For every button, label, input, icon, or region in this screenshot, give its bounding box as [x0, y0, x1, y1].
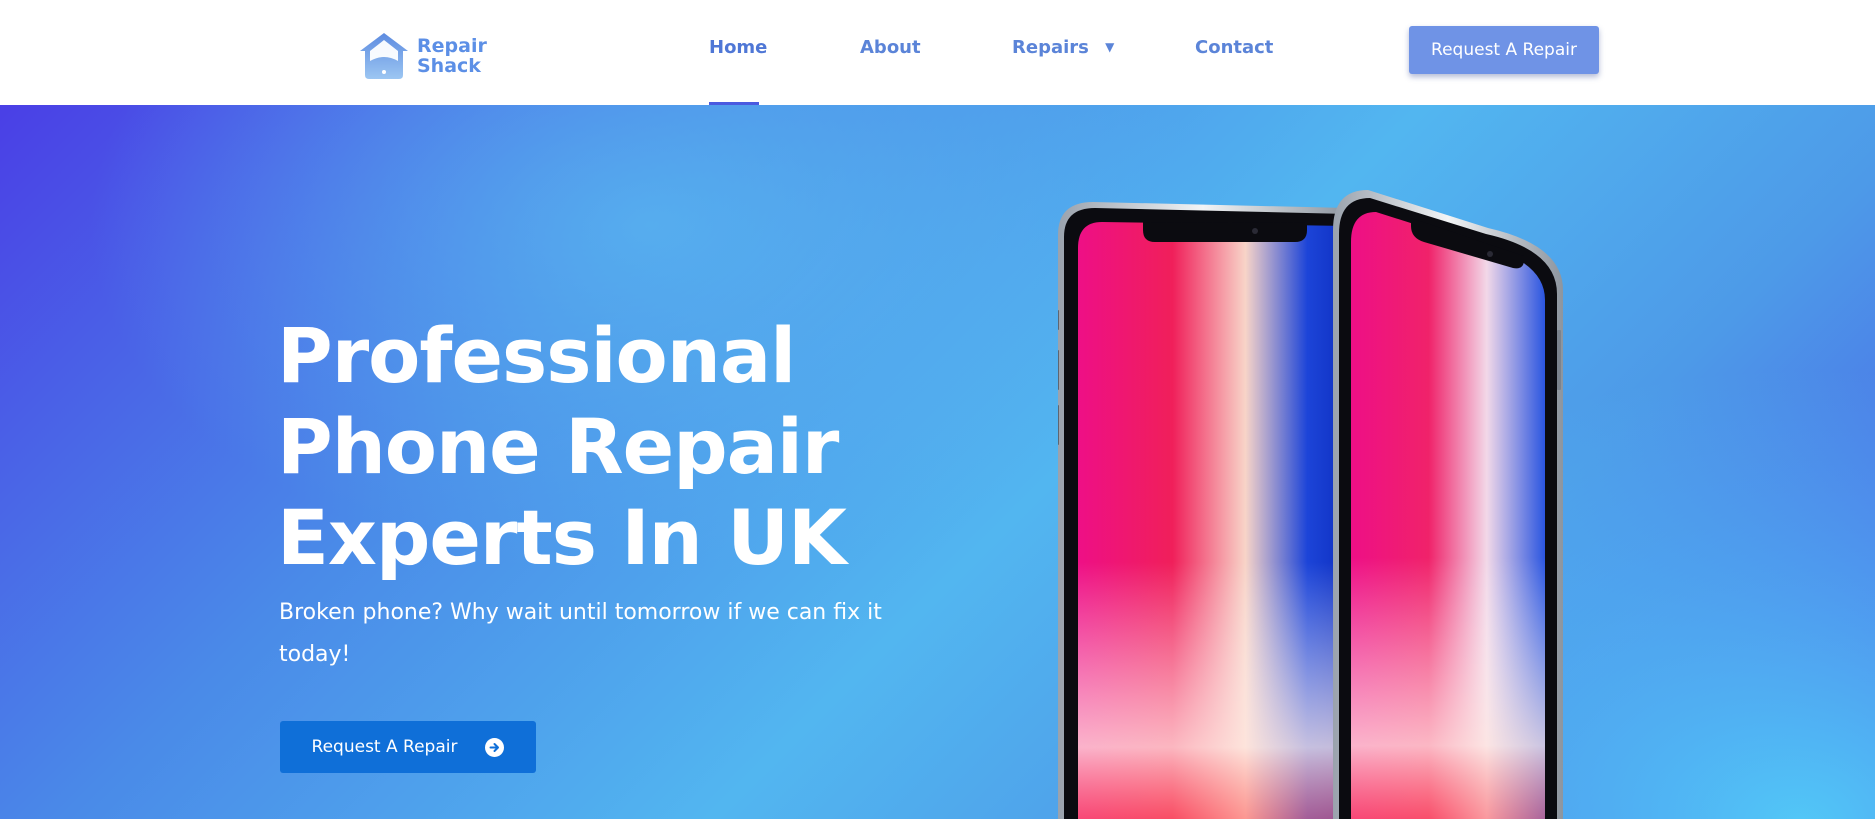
brand-name-line2: Shack — [417, 55, 481, 77]
hero-title-line1: Professional — [277, 311, 796, 400]
arrow-right-circle-icon — [485, 737, 505, 757]
caret-down-icon: ▼ — [1105, 40, 1115, 54]
right-phone — [1333, 190, 1563, 819]
hero-request-repair-button[interactable]: Request A Repair — [280, 721, 536, 773]
left-phone — [1058, 202, 1348, 819]
nav-item-about[interactable]: About — [860, 37, 921, 58]
hero-subtitle: Broken phone? Why wait until tomorrow if… — [279, 600, 882, 667]
hero-title: Professional Phone Repair Experts In UK — [277, 310, 977, 583]
brand-name: Repair Shack — [417, 36, 487, 76]
nav-item-home[interactable]: Home — [709, 37, 767, 58]
header-request-repair-button[interactable]: Request A Repair — [1409, 26, 1599, 74]
hero-title-line3: Experts In UK — [277, 493, 847, 582]
house-phone-icon — [360, 33, 408, 79]
hero-cta-label: Request A Repair — [311, 737, 458, 757]
logo-link[interactable]: Repair Shack — [357, 31, 487, 81]
brand-name-line1: Repair — [417, 35, 487, 57]
hero-section: Professional Phone Repair Experts In UK … — [0, 105, 1875, 819]
nav-item-repairs[interactable]: Repairs ▼ — [1012, 37, 1114, 58]
hero-title-line2: Phone Repair — [277, 402, 839, 491]
two-smartphones-image — [1058, 190, 1563, 819]
nav-item-contact[interactable]: Contact — [1195, 37, 1273, 58]
nav-item-repairs-label: Repairs — [1012, 37, 1089, 58]
site-header: Repair Shack Home About Repairs ▼ Contac… — [0, 0, 1875, 105]
